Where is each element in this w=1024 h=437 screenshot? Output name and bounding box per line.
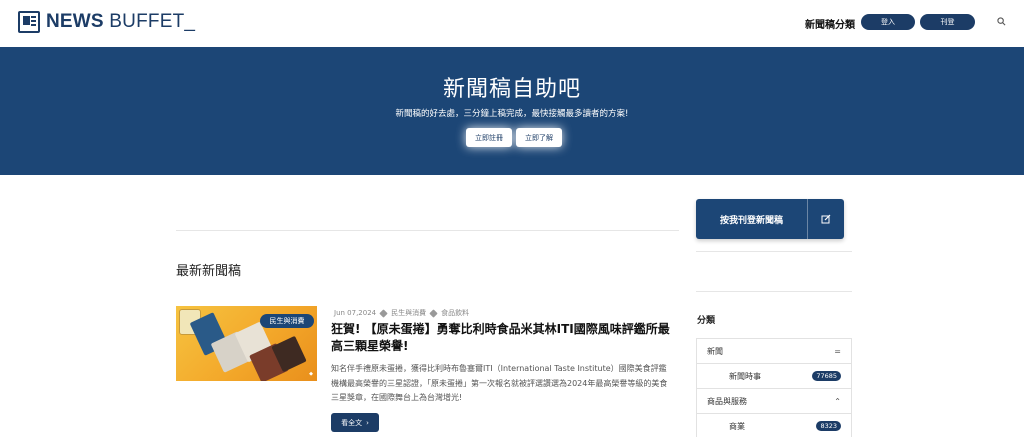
category-item-business[interactable]: 商業 8323	[697, 414, 851, 437]
hero-banner: 新聞稿自助吧 新聞稿的好去處，三分鐘上稿完成，最快接觸最多讀者的方案! 立即註冊…	[0, 47, 1024, 175]
chevron-right-icon: ›	[366, 418, 369, 427]
tag-icon	[429, 308, 438, 318]
register-button[interactable]: 立即註冊	[466, 128, 512, 147]
article-title[interactable]: 狂賀! 【原未蛋捲】勇奪比利時食品米其林ITI國際風味評鑑所最高三顆星榮譽!	[331, 321, 671, 355]
article-category[interactable]: 民生與消費	[391, 308, 426, 318]
category-tag-icon	[379, 308, 388, 318]
logo-text: NEWS BUFFET_	[46, 11, 196, 32]
article-thumbnail[interactable]: 民生與消費 ◆	[176, 306, 317, 381]
section-divider	[176, 230, 679, 231]
category-list: 新聞 = 新聞時事 77685 商品與服務 ⌃ 商業 8323	[696, 338, 852, 437]
nav-category-link[interactable]: 新聞稿分類	[805, 16, 855, 31]
article-tag[interactable]: 食品飲料	[441, 308, 469, 318]
publish-press-release-button[interactable]: 按我刊登新聞稿	[696, 199, 844, 239]
chevron-up-icon[interactable]: ⌃	[834, 397, 841, 406]
read-more-button[interactable]: 看全文 ›	[331, 413, 379, 432]
newspaper-icon	[18, 11, 40, 33]
publish-button[interactable]: 刊登	[920, 14, 975, 30]
read-more-label: 看全文	[341, 418, 363, 427]
categories-title: 分類	[697, 316, 716, 326]
search-icon[interactable]	[997, 17, 1006, 26]
category-item-products[interactable]: 商品與服務 ⌃	[697, 389, 851, 414]
category-item-news[interactable]: 新聞 =	[697, 339, 851, 364]
sidebar-divider	[696, 291, 852, 292]
site-header: NEWS BUFFET_ 新聞稿分類 登入 刊登	[0, 0, 1024, 47]
article-date: Jun 07,2024	[334, 309, 377, 317]
count-badge: 77685	[812, 371, 841, 381]
hero-subtitle: 新聞稿的好去處，三分鐘上稿完成，最快接觸最多讀者的方案!	[395, 109, 629, 119]
hero-title: 新聞稿自助吧	[442, 77, 581, 102]
brand-mark-icon: ◆	[309, 371, 313, 377]
article-meta: Jun 07,2024 民生與消費 食品飲料	[334, 308, 469, 318]
menu-toggle-icon[interactable]: =	[834, 347, 841, 356]
sidebar-divider	[696, 251, 852, 252]
article-excerpt: 知名伴手禮原未蛋捲，獲得比利時布魯塞爾ITI（International Tas…	[331, 364, 668, 402]
site-logo[interactable]: NEWS BUFFET_	[18, 10, 195, 34]
section-title: 最新新聞稿	[176, 264, 242, 279]
thumbnail-category-tag: 民生與消費	[260, 314, 314, 328]
learn-more-button[interactable]: 立即了解	[516, 128, 562, 147]
count-badge: 8323	[816, 421, 841, 431]
login-button[interactable]: 登入	[861, 14, 915, 30]
cta-label: 按我刊登新聞稿	[696, 199, 808, 239]
edit-icon	[808, 199, 844, 239]
category-item-current-affairs[interactable]: 新聞時事 77685	[697, 364, 851, 389]
